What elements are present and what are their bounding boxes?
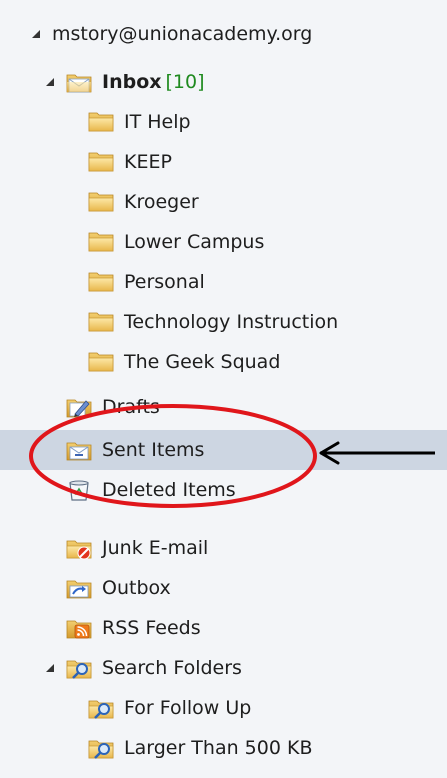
folder-icon	[88, 110, 114, 134]
search-folder-icon	[88, 736, 114, 760]
folder-label: Technology Instruction	[124, 311, 339, 333]
junk-email-label: Junk E-mail	[102, 537, 209, 559]
tree-item-search-folder[interactable]: Larger Than 500 KB	[0, 728, 447, 768]
folder-icon	[88, 350, 114, 374]
search-folder-label: For Follow Up	[124, 697, 252, 719]
tree-item-folder[interactable]: Lower Campus	[0, 222, 447, 262]
rss-feeds-label: RSS Feeds	[102, 617, 201, 639]
search-folder-label: Larger Than 500 KB	[124, 737, 313, 759]
deleted-items-label: Deleted Items	[102, 479, 236, 501]
tree-item-account[interactable]: mstory@unionacademy.org	[0, 14, 447, 54]
inbox-label: Inbox	[102, 71, 162, 93]
tree-item-folder[interactable]: Technology Instruction	[0, 302, 447, 342]
search-folders-label: Search Folders	[102, 657, 242, 679]
inbox-folder-icon	[66, 70, 92, 94]
folder-icon	[88, 270, 114, 294]
folder-icon	[88, 150, 114, 174]
search-folder-icon	[66, 656, 92, 680]
tree-item-folder[interactable]: IT Help	[0, 102, 447, 142]
tree-item-inbox[interactable]: Inbox [10]	[0, 62, 447, 102]
folder-label: Kroeger	[124, 191, 199, 213]
sent-items-label: Sent Items	[102, 439, 205, 461]
search-folder-icon	[88, 696, 114, 720]
tree-item-folder[interactable]: Kroeger	[0, 182, 447, 222]
folder-icon	[88, 190, 114, 214]
sent-items-icon	[66, 438, 92, 462]
collapse-triangle-icon[interactable]	[30, 27, 42, 41]
drafts-icon	[66, 395, 92, 419]
folder-label: The Geek Squad	[124, 351, 281, 373]
tree-item-deleted-items[interactable]: Deleted Items	[0, 470, 447, 510]
tree-item-search-folder[interactable]: For Follow Up	[0, 688, 447, 728]
junk-email-icon	[66, 536, 92, 560]
tree-item-sent-items[interactable]: Sent Items	[0, 430, 447, 470]
folder-label: Lower Campus	[124, 231, 265, 253]
account-label: mstory@unionacademy.org	[52, 23, 313, 45]
drafts-label: Drafts	[102, 396, 160, 418]
outbox-icon	[66, 576, 92, 600]
tree-item-folder[interactable]: The Geek Squad	[0, 342, 447, 382]
tree-item-outbox[interactable]: Outbox	[0, 568, 447, 608]
tree-item-rss-feeds[interactable]: RSS Feeds	[0, 608, 447, 648]
collapse-triangle-icon[interactable]	[44, 75, 56, 89]
inbox-unread-count: [10]	[165, 71, 205, 93]
tree-item-junk-email[interactable]: Junk E-mail	[0, 528, 447, 568]
folder-icon	[88, 230, 114, 254]
folder-label: KEEP	[124, 151, 172, 173]
tree-item-folder[interactable]: KEEP	[0, 142, 447, 182]
folder-icon	[88, 310, 114, 334]
rss-feeds-icon	[66, 616, 92, 640]
tree-item-folder[interactable]: Personal	[0, 262, 447, 302]
tree-item-search-folders[interactable]: Search Folders	[0, 648, 447, 688]
folder-label: Personal	[124, 271, 205, 293]
tree-item-drafts[interactable]: Drafts	[0, 387, 447, 427]
collapse-triangle-icon[interactable]	[44, 661, 56, 675]
folder-label: IT Help	[124, 111, 191, 133]
folder-pane: mstory@unionacademy.org Inbox [10] IT He…	[0, 0, 447, 778]
recycle-bin-icon	[66, 478, 92, 502]
outbox-label: Outbox	[102, 577, 171, 599]
